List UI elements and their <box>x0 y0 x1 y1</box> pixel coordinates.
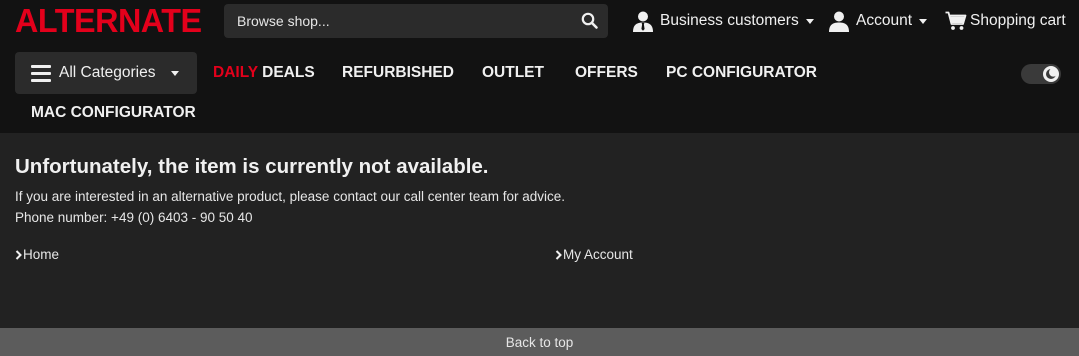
account-menu[interactable]: Account <box>828 10 928 32</box>
home-link[interactable]: Home <box>15 246 59 264</box>
daily-label: DAILY <box>213 64 258 81</box>
nav-offers[interactable]: OFFERS <box>575 63 638 83</box>
nav-daily-deals[interactable]: DAILY DEALS <box>213 63 315 83</box>
chevron-down-icon <box>919 19 928 24</box>
shopping-cart-label: Shopping cart <box>970 12 1066 29</box>
chevron-right-icon <box>555 250 562 260</box>
phone-number-text: Phone number: +49 (0) 6403 - 90 50 40 <box>15 210 253 225</box>
nav-outlet[interactable]: OUTLET <box>482 63 544 83</box>
my-account-link[interactable]: My Account <box>555 246 633 264</box>
chevron-down-icon <box>805 19 814 24</box>
my-account-link-label: My Account <box>563 247 633 262</box>
shopping-cart-link[interactable]: Shopping cart <box>945 10 1066 32</box>
search-bar <box>224 4 608 38</box>
chevron-right-icon <box>15 250 22 260</box>
account-person-icon <box>829 11 849 32</box>
deals-label: DEALS <box>257 64 315 81</box>
search-input[interactable] <box>224 4 564 38</box>
business-customers-menu[interactable]: Business customers <box>632 10 814 32</box>
cart-icon <box>945 11 967 30</box>
back-to-top-button[interactable]: Back to top <box>0 328 1079 356</box>
dark-mode-toggle[interactable] <box>1021 64 1061 84</box>
business-person-icon <box>633 11 653 32</box>
all-categories-button[interactable]: All Categories <box>15 52 197 94</box>
chevron-down-icon <box>170 71 179 76</box>
nav-pc-configurator[interactable]: PC CONFIGURATOR <box>666 63 817 83</box>
hamburger-icon <box>31 64 51 82</box>
nav-refurbished[interactable]: REFURBISHED <box>342 63 454 83</box>
page-title: Unfortunately, the item is currently not… <box>15 155 489 178</box>
account-label: Account <box>856 12 913 29</box>
home-link-label: Home <box>23 247 60 262</box>
site-header: ALTERNATE Business customers Account <box>0 0 1079 133</box>
nav-mac-configurator[interactable]: MAC CONFIGURATOR <box>31 103 196 123</box>
moon-icon <box>1043 66 1059 82</box>
search-icon[interactable] <box>580 11 600 31</box>
alternate-logo[interactable]: ALTERNATE <box>15 4 202 38</box>
all-categories-label: All Categories <box>59 64 156 81</box>
business-customers-label: Business customers <box>660 12 799 29</box>
advice-text: If you are interested in an alternative … <box>15 189 566 204</box>
